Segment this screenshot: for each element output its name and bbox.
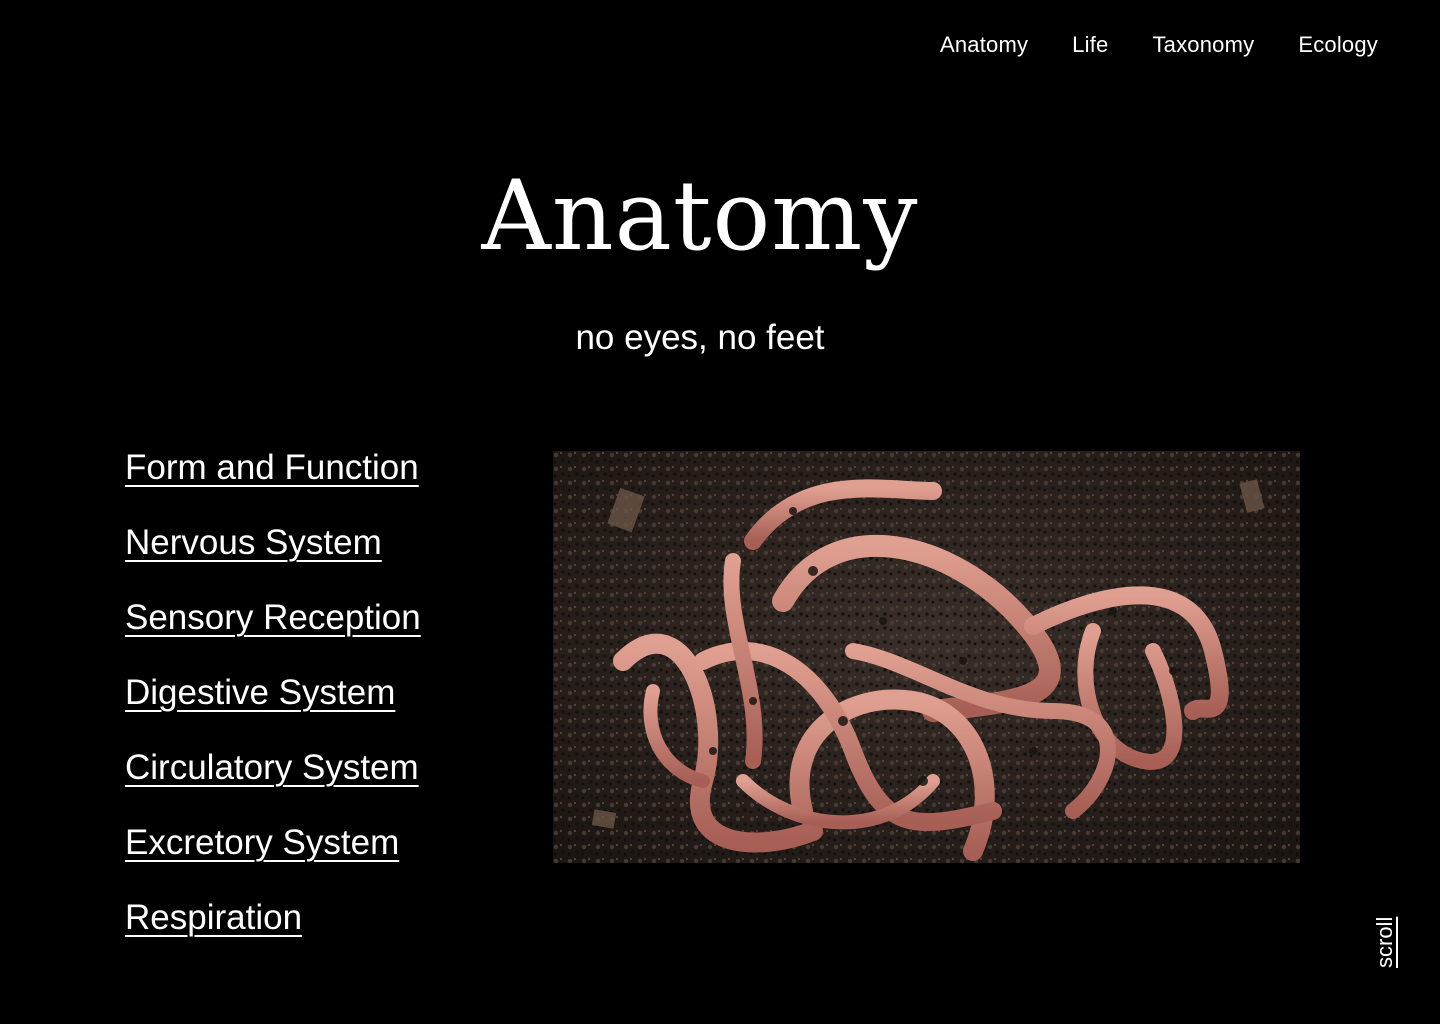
top-nav: Anatomy Life Taxonomy Ecology [896,32,1378,58]
scroll-link[interactable]: scroll [1372,912,1398,968]
nav-link-anatomy[interactable]: Anatomy [940,32,1028,58]
list-item: Circulatory System [125,748,421,823]
list-item: Respiration [125,898,421,973]
page-title: Anatomy [481,160,919,272]
section-link-nervous-system[interactable]: Nervous System [125,523,382,562]
list-item: Digestive System [125,673,421,748]
section-link-form-and-function[interactable]: Form and Function [125,448,419,487]
nav-link-ecology[interactable]: Ecology [1298,32,1378,58]
list-item: Nervous System [125,523,421,598]
section-link-excretory-system[interactable]: Excretory System [125,823,399,862]
earthworms-photo [553,451,1300,863]
section-links: Form and Function Nervous System Sensory… [125,448,421,973]
list-item: Form and Function [125,448,421,523]
list-item: Excretory System [125,823,421,898]
nav-link-life[interactable]: Life [1072,32,1108,58]
section-link-respiration[interactable]: Respiration [125,898,302,937]
section-link-digestive-system[interactable]: Digestive System [125,673,395,712]
list-item: Sensory Reception [125,598,421,673]
page-subtitle: no eyes, no feet [575,318,825,357]
nav-link-taxonomy[interactable]: Taxonomy [1152,32,1254,58]
earthworms-illustration [553,451,1300,863]
section-link-circulatory-system[interactable]: Circulatory System [125,748,419,787]
section-link-sensory-reception[interactable]: Sensory Reception [125,598,421,637]
